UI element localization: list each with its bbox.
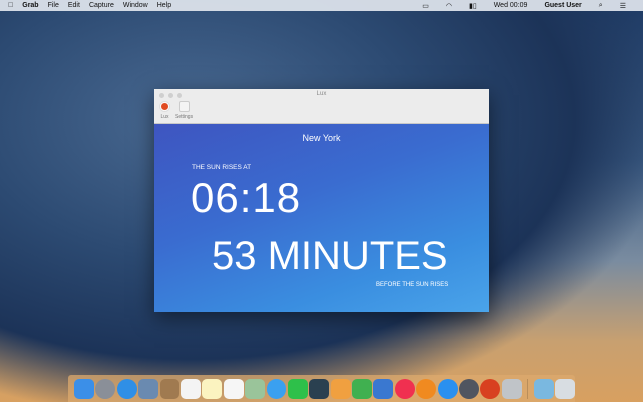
- dock-app-store-icon[interactable]: [437, 378, 458, 399]
- dock-mail-icon[interactable]: [138, 378, 159, 399]
- toolbar-lux-label: Lux: [160, 114, 169, 120]
- toolbar-settings-label: Settings: [175, 114, 194, 120]
- window-title: Lux: [316, 91, 327, 97]
- dock-downloads-icon[interactable]: [533, 378, 554, 399]
- dock-contacts-icon[interactable]: [159, 378, 180, 399]
- countdown-caption: BEFORE THE SUN RISES: [376, 282, 449, 288]
- dock-pages-icon[interactable]: [330, 378, 351, 399]
- menu-app-name[interactable]: Grab: [22, 2, 38, 9]
- toolbar-lux-button[interactable]: Lux: [159, 101, 170, 120]
- dock-launchpad-icon[interactable]: [95, 378, 116, 399]
- sunrise-panel: New York THE SUN RISES AT 06:18 53 MINUT…: [154, 124, 489, 312]
- spotlight-icon[interactable]: ⌕: [599, 2, 603, 10]
- menu-file[interactable]: File: [48, 2, 59, 9]
- dock-messages-icon[interactable]: [266, 378, 287, 399]
- dock-trash-icon[interactable]: [555, 378, 575, 399]
- dock-safari-icon[interactable]: [116, 378, 137, 399]
- dock-system-preferences-icon[interactable]: [459, 378, 479, 399]
- dock-reminders-icon[interactable]: [223, 378, 244, 399]
- notification-center-icon[interactable]: ☰: [620, 2, 626, 10]
- menu-capture[interactable]: Capture: [89, 2, 114, 9]
- dock-separator: [527, 378, 529, 399]
- dock-ibooks-icon[interactable]: [416, 378, 437, 399]
- lux-window: Lux Lux Settings New York THE SUN RISES …: [154, 89, 489, 312]
- dock-photo-booth-icon[interactable]: [309, 378, 330, 399]
- dock-keynote-icon[interactable]: [373, 378, 394, 399]
- sunrise-caption: THE SUN RISES AT: [192, 164, 252, 171]
- apple-icon[interactable]: : [8, 2, 13, 9]
- dock-itunes-icon[interactable]: [394, 378, 415, 399]
- menu-bar:  Grab File Edit Capture Window Help ▭ ◠…: [0, 0, 643, 11]
- dock-maps-icon[interactable]: [245, 378, 266, 399]
- clock[interactable]: Wed 00:09: [494, 2, 528, 9]
- battery-icon[interactable]: ▮▯: [469, 2, 477, 10]
- dock-calendar-icon[interactable]: [180, 378, 201, 399]
- toolbar-settings-button[interactable]: Settings: [175, 101, 193, 120]
- dock-notes-icon[interactable]: [202, 378, 223, 399]
- settings-icon: [178, 101, 190, 112]
- menu-window[interactable]: Window: [123, 2, 148, 9]
- dock-lux-icon[interactable]: [480, 378, 501, 399]
- city-name: New York: [302, 133, 341, 143]
- dock-facetime-icon[interactable]: [287, 378, 308, 399]
- menu-help[interactable]: Help: [157, 2, 171, 9]
- dock-finder-icon[interactable]: [74, 378, 94, 399]
- title-bar: Lux Lux Settings: [154, 89, 489, 124]
- airplay-icon[interactable]: ▭: [422, 2, 429, 10]
- user-menu[interactable]: Guest User: [544, 2, 581, 9]
- menu-edit[interactable]: Edit: [68, 2, 80, 9]
- dock-preview-icon[interactable]: [501, 378, 522, 399]
- wifi-icon[interactable]: ◠: [446, 2, 452, 10]
- countdown: 53 MINUTES: [212, 234, 448, 278]
- sunrise-time: 06:18: [191, 174, 302, 221]
- dock-numbers-icon[interactable]: [352, 378, 372, 399]
- dock: [68, 375, 575, 402]
- lux-icon: [159, 101, 170, 112]
